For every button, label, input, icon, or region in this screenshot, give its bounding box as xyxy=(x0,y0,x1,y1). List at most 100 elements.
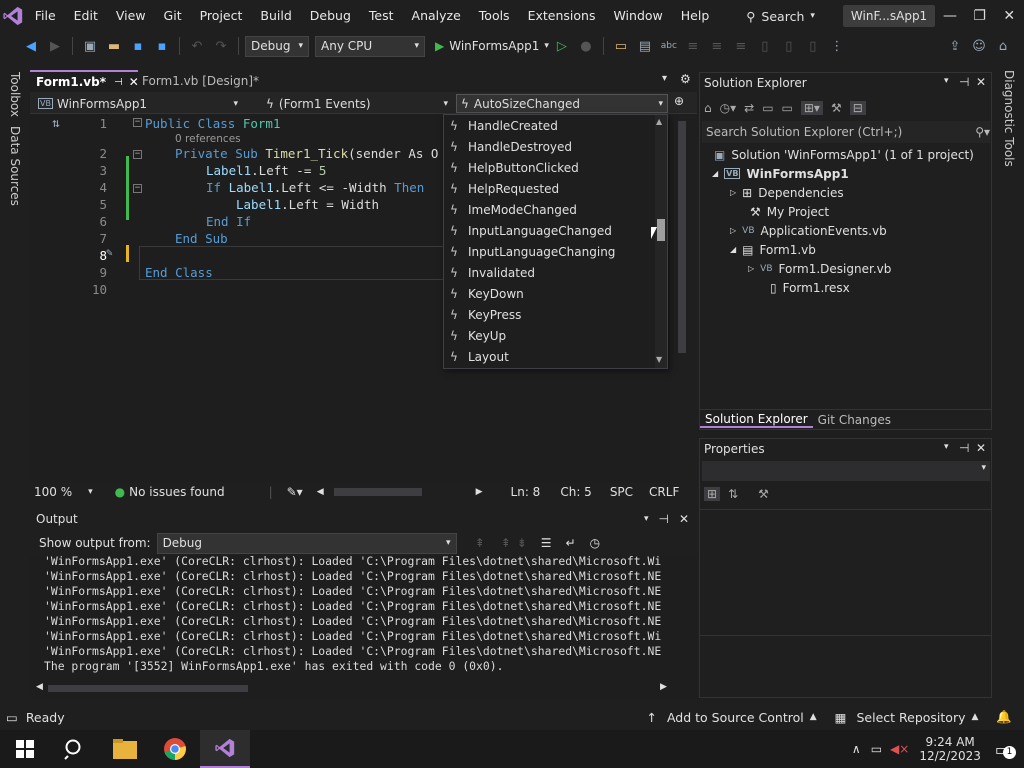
menu-test[interactable]: Test xyxy=(360,0,403,32)
split-icon[interactable]: ⊕ xyxy=(674,94,684,108)
notifications-icon[interactable]: 🔔 xyxy=(996,709,1012,725)
live-share-icon[interactable]: ☺ xyxy=(968,35,990,57)
output-horizontal-scrollbar[interactable]: ◀ ▶ xyxy=(34,682,670,694)
close-icon[interactable]: ✕ xyxy=(679,512,689,526)
file-explorer-icon[interactable] xyxy=(100,730,150,768)
gear-icon[interactable]: ⚙ xyxy=(680,72,691,86)
comment-icon[interactable]: ≡ xyxy=(706,35,728,57)
history-icon[interactable]: ◷▾ xyxy=(720,101,737,115)
tree-project[interactable]: ◢ VB WinFormsApp1 xyxy=(712,164,849,183)
close-button[interactable]: ✕ xyxy=(994,0,1024,32)
start-windows-icon[interactable] xyxy=(0,730,50,768)
whitespace-indicator[interactable]: SPC xyxy=(610,485,633,499)
event-item[interactable]: ϟ HelpButtonClicked xyxy=(444,157,654,178)
visual-studio-taskbar-icon[interactable] xyxy=(200,730,250,768)
alphabetical-icon[interactable]: ⇅ xyxy=(728,487,738,501)
home-icon[interactable]: ⌂ xyxy=(704,101,712,115)
tree-form1-designer[interactable]: ▷ VB Form1.Designer.vb xyxy=(748,259,891,278)
redo-icon[interactable]: ↷ xyxy=(210,35,232,57)
chevron-down-icon[interactable]: ▾ xyxy=(88,487,93,497)
menu-view[interactable]: View xyxy=(107,0,155,32)
event-item[interactable]: ϟ HelpRequested xyxy=(444,178,654,199)
menu-edit[interactable]: Edit xyxy=(65,0,107,32)
configuration-dropdown[interactable]: Debug ▾ xyxy=(245,35,309,57)
show-all-files-icon[interactable]: ▭ xyxy=(782,101,793,115)
find-in-output-icon[interactable]: ⇞ xyxy=(475,536,485,550)
event-item[interactable]: ϟ InputLanguageChanged xyxy=(444,220,654,241)
menu-window[interactable]: Window xyxy=(604,0,671,32)
open-folder-icon[interactable]: ▬ xyxy=(103,35,125,57)
start-without-debugging-icon[interactable]: ▷ xyxy=(551,35,573,57)
issues-status[interactable]: No issues found xyxy=(129,485,224,499)
scrollbar-thumb[interactable] xyxy=(678,121,686,353)
minimize-button[interactable]: — xyxy=(935,0,965,32)
folder-icon[interactable]: ▭ xyxy=(610,35,632,57)
object-dropdown[interactable]: ϟ (Form1 Events) ▾ xyxy=(262,94,452,113)
chevron-up-icon[interactable]: ▲ xyxy=(972,712,979,722)
collapse-icon[interactable]: − xyxy=(133,150,142,159)
menu-help[interactable]: Help xyxy=(672,0,719,32)
tree-form1-resx[interactable]: ▯ Form1.resx xyxy=(770,278,850,297)
save-icon[interactable]: ▪ xyxy=(127,35,149,57)
bookmark-prev-icon[interactable]: ▯ xyxy=(778,35,800,57)
event-item[interactable]: ϟ Layout xyxy=(444,346,654,367)
menu-analyze[interactable]: Analyze xyxy=(403,0,470,32)
pin-icon[interactable]: ⊣ xyxy=(959,75,969,89)
pin-icon[interactable]: ⊣ xyxy=(959,441,969,455)
event-item[interactable]: ϟ KeyDown xyxy=(444,283,654,304)
diagnostic-tools-tab[interactable]: Diagnostic Tools xyxy=(1002,70,1016,167)
bookmark-next-icon[interactable]: ▯ xyxy=(802,35,824,57)
tab-form1-design[interactable]: Form1.vb [Design]* xyxy=(136,70,286,92)
platform-dropdown[interactable]: Any CPU ▾ xyxy=(315,35,425,57)
start-debugging-button[interactable]: ▶ WinFormsApp1 ▾ xyxy=(435,39,549,53)
line-ending-indicator[interactable]: CRLF xyxy=(649,485,679,499)
data-sources-tab[interactable]: Data Sources xyxy=(8,126,22,206)
solution-name-badge[interactable]: WinF...sApp1 xyxy=(842,5,936,27)
event-item[interactable]: ϟ ImeModeChanged xyxy=(444,199,654,220)
properties-object-dropdown[interactable]: ▾ xyxy=(702,461,990,481)
event-item[interactable]: ϟ InputLanguageChanging xyxy=(444,241,654,262)
collapse-icon[interactable]: − xyxy=(133,118,142,127)
search-button[interactable]: ⚲ Search ▾ xyxy=(736,9,825,24)
forward-icon[interactable]: ▶ xyxy=(44,35,66,57)
tab-list-chevron-icon[interactable]: ▾ xyxy=(662,73,667,84)
chevron-down-icon[interactable]: ▾ xyxy=(944,76,949,86)
column-indicator[interactable]: Ch: 5 xyxy=(560,485,591,499)
hot-reload-icon[interactable]: ● xyxy=(575,35,597,57)
menu-extensions[interactable]: Extensions xyxy=(519,0,605,32)
close-icon[interactable]: ✕ xyxy=(976,75,986,89)
pin-icon[interactable]: ⊣ xyxy=(114,77,123,88)
chevron-down-icon[interactable]: ▾ xyxy=(944,442,949,452)
restore-button[interactable]: ❐ xyxy=(965,0,995,32)
format-icon[interactable]: ≡ xyxy=(682,35,704,57)
share-icon[interactable]: ⇪ xyxy=(944,35,966,57)
menu-file[interactable]: File xyxy=(26,0,65,32)
tree-application-events[interactable]: ▷ VB ApplicationEvents.vb xyxy=(730,221,887,240)
horizontal-scrollbar[interactable] xyxy=(332,488,472,496)
scroll-down-icon[interactable]: ▼ xyxy=(656,355,662,364)
spellcheck-icon[interactable]: abc xyxy=(658,35,680,57)
bookmark-icon[interactable]: ▯ xyxy=(754,35,776,57)
menu-project[interactable]: Project xyxy=(191,0,252,32)
search-icon[interactable] xyxy=(50,730,100,768)
event-item[interactable]: ϟ KeyUp xyxy=(444,325,654,346)
network-icon[interactable]: ▭ xyxy=(871,742,882,756)
categorized-icon[interactable]: ⊞ xyxy=(704,487,721,501)
menu-build[interactable]: Build xyxy=(251,0,300,32)
event-item[interactable]: ϟ HandleDestroyed xyxy=(444,136,654,157)
project-dropdown[interactable]: VB WinFormsApp1 ▾ xyxy=(34,94,242,113)
select-repository-button[interactable]: Select Repository xyxy=(856,710,965,725)
clear-all-icon[interactable]: ☰ xyxy=(541,536,552,550)
property-pages-icon[interactable]: ⚒ xyxy=(758,487,769,501)
tab-solution-explorer[interactable]: Solution Explorer xyxy=(700,412,813,428)
vertical-scrollbar[interactable] xyxy=(678,116,686,482)
scrollbar-thumb[interactable] xyxy=(333,488,422,496)
zoom-level[interactable]: 100 % xyxy=(34,485,72,499)
volume-muted-icon[interactable]: ◀× xyxy=(890,742,909,756)
solution-search-field[interactable]: Search Solution Explorer (Ctrl+;) ⚲▾ xyxy=(702,121,990,143)
menu-git[interactable]: Git xyxy=(155,0,191,32)
clock-icon[interactable]: ◷ xyxy=(590,536,600,550)
next-message-icon[interactable]: ⇟ xyxy=(517,536,527,550)
scroll-right-icon[interactable]: ▶ xyxy=(476,487,483,497)
code-lens-icon[interactable]: ⇅ xyxy=(52,115,60,130)
